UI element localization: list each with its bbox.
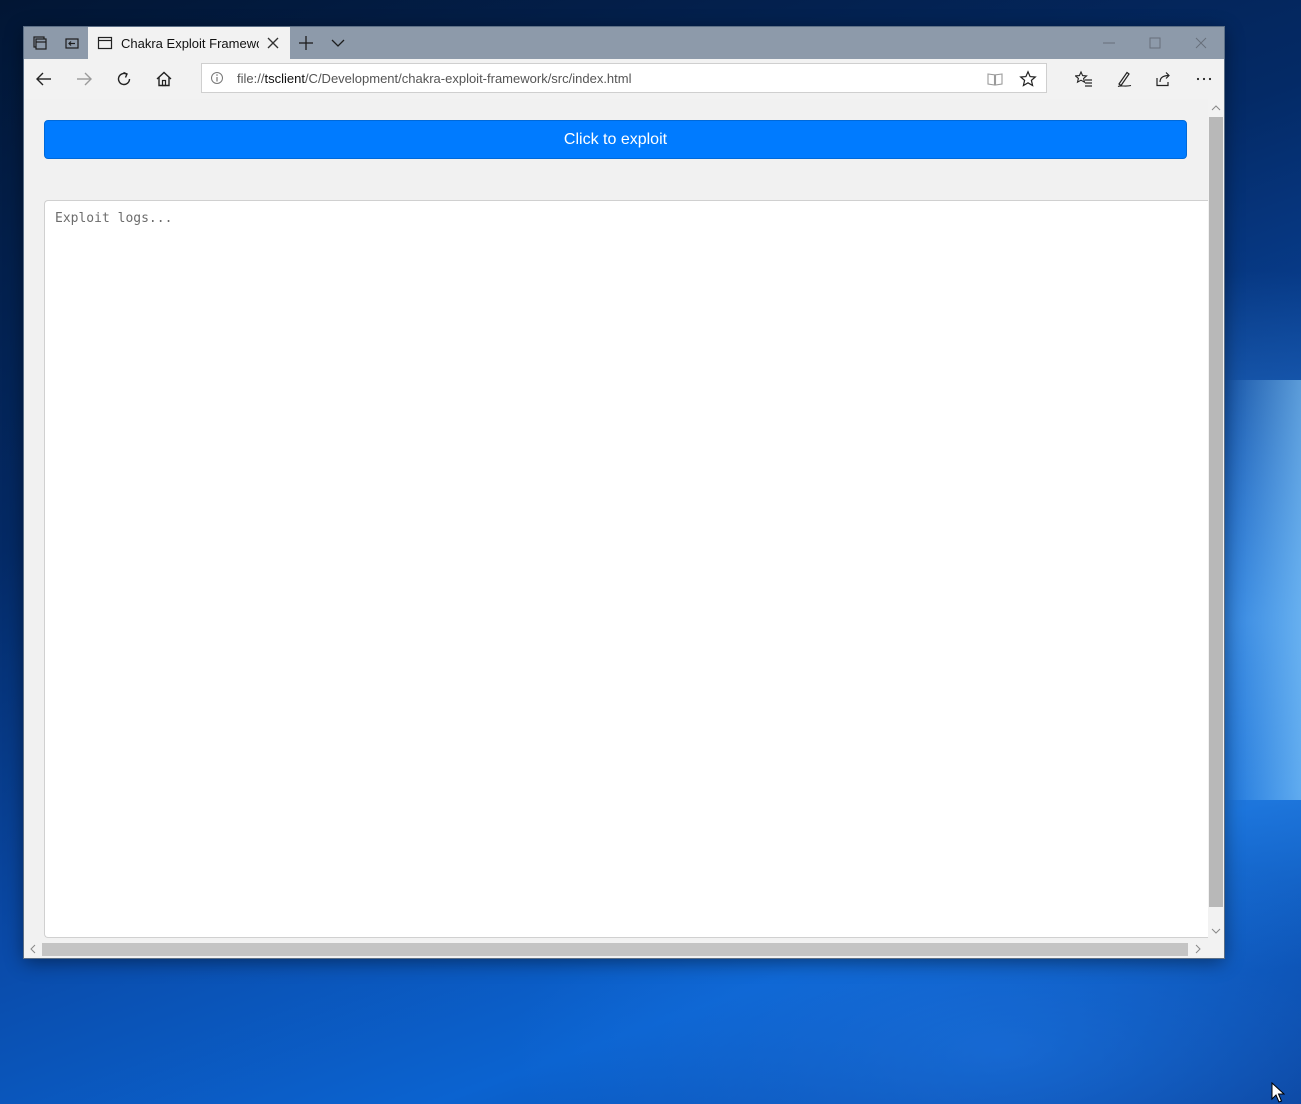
scroll-right-arrow-icon[interactable]	[1192, 943, 1204, 955]
tab-manager-icon[interactable]	[30, 33, 50, 53]
refresh-icon[interactable]	[114, 69, 134, 89]
exploit-log-output[interactable]: Exploit logs...	[44, 200, 1208, 938]
horizontal-scroll-thumb[interactable]	[42, 943, 1188, 956]
reading-view-icon[interactable]	[986, 70, 1004, 88]
share-icon[interactable]	[1153, 69, 1173, 89]
url-path: /C/Development/chakra-exploit-framework/…	[304, 71, 632, 86]
forward-arrow-icon[interactable]	[74, 69, 94, 89]
favorite-star-icon[interactable]	[1019, 70, 1037, 88]
page-icon	[97, 36, 113, 50]
url-scheme: file://	[237, 71, 265, 86]
maximize-icon[interactable]	[1146, 34, 1164, 52]
vertical-scroll-thumb[interactable]	[1209, 117, 1223, 907]
home-icon[interactable]	[154, 69, 174, 89]
scroll-up-arrow-icon[interactable]	[1210, 102, 1222, 114]
exploit-button[interactable]: Click to exploit	[44, 120, 1187, 159]
desktop-light-beam	[1224, 380, 1301, 800]
mouse-pointer-icon	[1271, 1082, 1285, 1103]
vertical-scrollbar[interactable]	[1208, 99, 1224, 940]
minimize-icon[interactable]	[1100, 34, 1118, 52]
more-options-icon[interactable]	[1194, 69, 1214, 89]
info-icon[interactable]	[210, 71, 224, 85]
address-url[interactable]: file://tsclient/C/Development/chakra-exp…	[237, 71, 632, 86]
favorites-hub-icon[interactable]	[1074, 69, 1094, 89]
url-host: tsclient	[264, 71, 305, 86]
scroll-down-arrow-icon[interactable]	[1210, 925, 1222, 937]
address-bar[interactable]: file://tsclient/C/Development/chakra-exp…	[201, 63, 1047, 93]
tab-active[interactable]: Chakra Exploit Framewc	[88, 27, 290, 59]
horizontal-scrollbar[interactable]	[24, 940, 1208, 958]
web-note-pen-icon[interactable]	[1114, 69, 1134, 89]
tab-title: Chakra Exploit Framewc	[121, 35, 259, 51]
page-content: Click to exploit Exploit logs...	[24, 99, 1208, 940]
browser-window: Chakra Exploit Framewc file://tsclient/C…	[24, 27, 1224, 958]
back-arrow-icon[interactable]	[34, 69, 54, 89]
scroll-left-arrow-icon[interactable]	[27, 943, 39, 955]
tab-preview-chevron-down-icon[interactable]	[328, 33, 348, 53]
title-bar: Chakra Exploit Framewc	[24, 27, 1224, 59]
close-tab-icon[interactable]	[266, 36, 280, 50]
new-tab-icon[interactable]	[296, 33, 316, 53]
navigation-bar: file://tsclient/C/Development/chakra-exp…	[24, 59, 1224, 99]
set-tabs-aside-icon[interactable]	[62, 33, 82, 53]
close-window-icon[interactable]	[1192, 34, 1210, 52]
